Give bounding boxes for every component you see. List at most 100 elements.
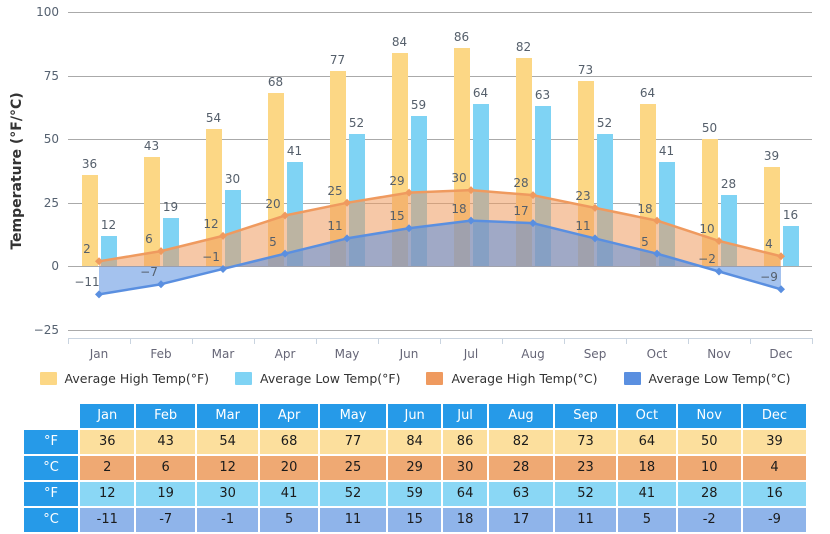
low-c-marker[interactable] [777,285,785,294]
y-axis-tick-label: 25 [43,195,59,210]
table-cell: -7 [136,508,195,532]
bar-low-f[interactable] [224,190,241,267]
table-row: °F 12 19 30 41 52 59 64 63 52 41 28 16 [24,482,806,506]
bar-high-f[interactable] [205,129,222,267]
bar-value-label-high-f: 82 [515,39,532,54]
table-cell: 52 [554,482,617,506]
legend-item-0[interactable]: Average High Temp(°F) [39,371,209,386]
legend-swatch-icon [623,371,641,385]
legend-label: Average Low Temp(°C) [648,370,791,386]
table-unit-header: °C [24,508,78,532]
bar-value-label-high-f: 84 [391,34,408,49]
y-axis-tick-label: 75 [43,68,59,83]
legend-swatch-icon [39,371,57,385]
point-value-label-low-c: 11 [327,219,343,234]
bar-low-f[interactable] [472,103,489,267]
table-month-header-feb: Feb [136,404,195,428]
x-axis-label-dec: Dec [769,347,793,361]
legend-item-3[interactable]: Average Low Temp(°C) [623,370,791,386]
table-cell: 30 [442,456,488,480]
bar-high-f[interactable] [515,57,532,267]
table-cell: 82 [489,430,553,454]
table-unit-header: °F [24,482,78,506]
bar-high-f[interactable] [453,47,470,267]
x-axis-tick [502,338,503,344]
temperature-data-table: Jan Feb Mar Apr May Jun Jul Aug Sep Oct Nov Dec °F 3… [22,402,808,534]
gridline [68,202,812,204]
bar-low-f[interactable] [782,225,799,267]
bar-high-f[interactable] [143,157,160,267]
bar-high-f[interactable] [391,52,408,267]
table-header-row: Jan Feb Mar Apr May Jun Jul Aug Sep Oct Nov Dec [24,404,806,428]
table-cell: 17 [489,508,553,532]
point-value-label-low-c: 5 [641,234,649,249]
table-month-header-jun: Jun [388,404,441,428]
low-c-marker[interactable] [715,267,723,276]
table-cell: 18 [442,508,488,532]
bar-value-label-low-f: 30 [224,172,241,187]
bar-low-f[interactable] [162,218,179,267]
legend-swatch-icon [235,371,253,385]
bar-high-f[interactable] [577,80,594,267]
table-cell: 16 [742,482,806,506]
bar-value-label-high-f: 39 [763,149,780,164]
bar-low-f[interactable] [410,116,427,267]
point-value-label-high-c: 2 [83,242,91,257]
legend-item-1[interactable]: Average Low Temp(°F) [235,371,400,386]
bar-low-f[interactable] [720,195,737,267]
gridline [68,330,812,331]
bar-value-label-high-f: 43 [143,139,160,153]
bar-low-f[interactable] [596,134,613,267]
table-cell: 39 [742,430,806,454]
point-value-label-high-c: 23 [575,188,591,203]
bar-high-f[interactable] [329,70,346,267]
table-month-header-oct: Oct [618,404,676,428]
bar-low-f[interactable] [534,106,551,267]
bar-value-label-high-f: 50 [701,121,718,136]
point-value-label-high-c: 12 [203,216,219,231]
table-month-header-dec: Dec [742,404,806,428]
table-cell: 77 [319,430,387,454]
table-month-header-jan: Jan [80,404,135,428]
bar-value-label-high-f: 64 [639,85,656,100]
celsius-area-layer [95,186,785,299]
table-cell: 5 [618,508,676,532]
x-axis-label-feb: Feb [150,347,172,361]
table-cell: 20 [260,456,318,480]
bar-value-label-high-f: 73 [577,62,594,77]
bar-high-f[interactable] [763,167,780,267]
plot-region: 100 75 50 25 0 −25 2 6 12 20 25 29 30 28 23 18 10 4 −11 −7… [34,6,813,360]
bar-high-f[interactable] [701,139,718,267]
y-axis-tick-label: 50 [43,132,59,147]
low-c-marker[interactable] [95,290,103,299]
x-axis-label-jan: Jan [89,347,109,361]
x-axis-tick [812,338,813,344]
point-value-label-low-c: 5 [269,234,277,249]
table-cell: 11 [319,508,387,532]
bar-low-f[interactable] [658,162,675,267]
legend-label: Average Low Temp(°F) [260,370,401,386]
point-value-label-low-c: 18 [451,201,467,216]
point-value-label-high-c: 29 [389,173,405,188]
table-cell: 43 [136,430,195,454]
table-cell: 59 [388,482,441,506]
table-cell: 36 [80,430,135,454]
bar-value-label-high-f: 36 [81,156,98,171]
table-cell: 30 [196,482,259,506]
table-cell: -9 [742,508,806,532]
bar-value-label-low-f: 59 [410,98,427,113]
bar-low-f[interactable] [348,134,365,267]
legend-swatch-icon [426,371,444,385]
table-cell: 25 [319,456,387,480]
table-cell: 68 [260,430,318,454]
point-value-label-high-c: 30 [451,171,467,186]
x-axis-label-nov: Nov [707,347,731,361]
low-c-marker[interactable] [157,280,165,289]
bar-low-f[interactable] [286,162,303,267]
table-month-header-aug: Aug [489,404,553,428]
legend-item-2[interactable]: Average High Temp(°C) [426,371,598,386]
bar-low-f[interactable] [100,235,117,267]
bar-value-label-low-f: 41 [286,144,303,159]
point-value-label-high-c: 28 [513,176,529,191]
bar-value-label-high-f: 77 [329,52,346,67]
